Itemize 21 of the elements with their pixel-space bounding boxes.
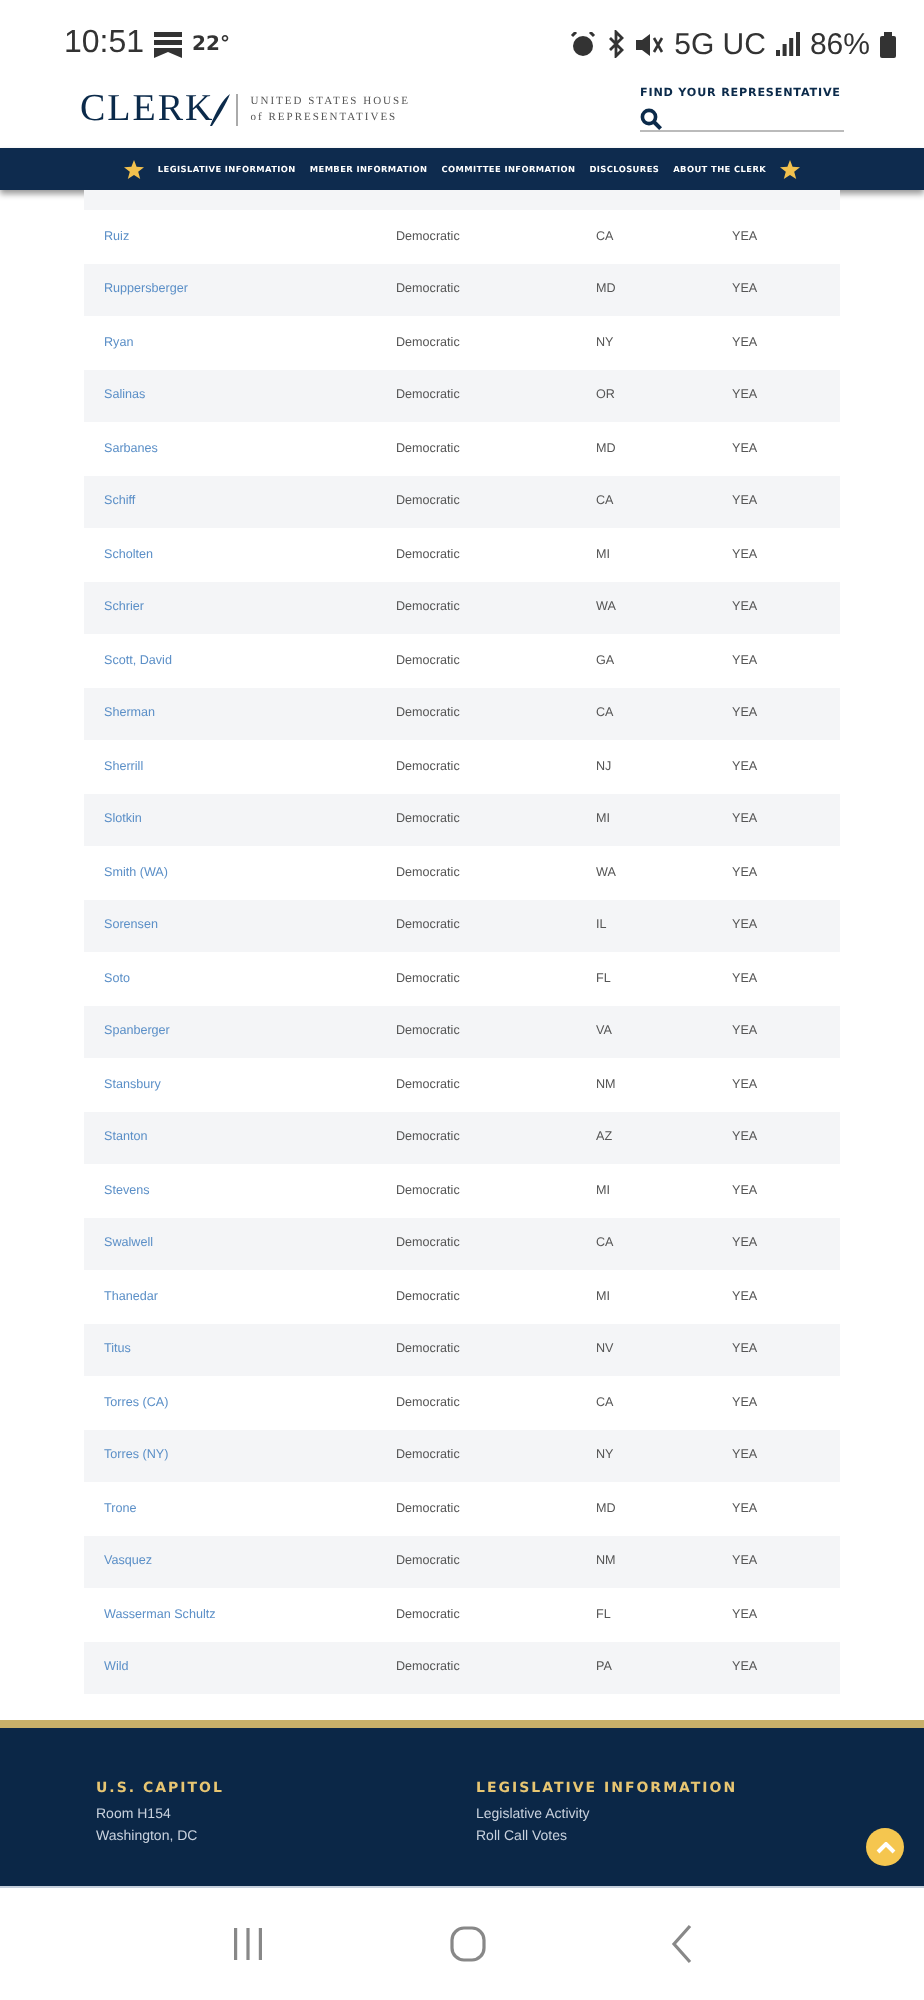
battery-icon [880,31,896,57]
signal-icon [775,32,800,56]
logo-text[interactable]: CLERK [80,88,215,132]
search-field[interactable] [640,106,844,132]
mute-icon [636,31,665,57]
search-icon [640,107,662,129]
news-icon [154,31,183,57]
star-icon [780,159,801,179]
recent-apps-icon [230,1926,267,1962]
bluetooth-icon [606,30,627,58]
back-to-top-button[interactable] [866,1828,904,1866]
alarm-icon [570,31,597,57]
star-icon [123,159,144,179]
network-type: 5G UC [674,27,766,61]
clock-time: 10:51 [64,26,145,62]
back-icon [669,1924,694,1964]
battery-level: 86% [809,27,870,61]
quill-icon [210,94,239,126]
chevron-up-icon [875,1841,895,1853]
home-icon [447,1924,488,1964]
temperature: 22° [192,33,230,55]
